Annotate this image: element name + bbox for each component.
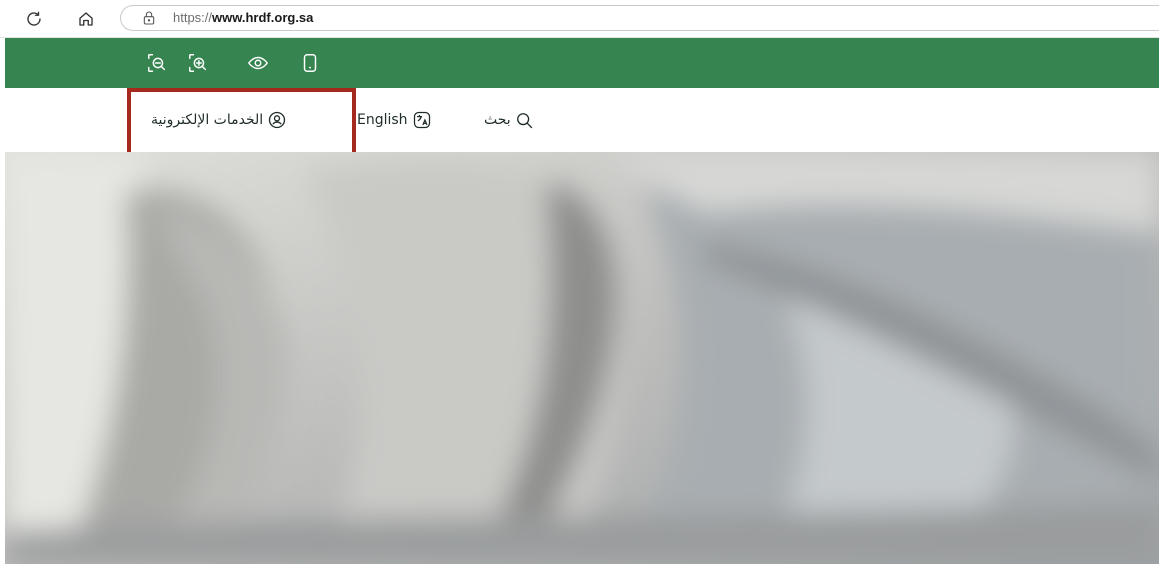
eservices-label: الخدمات الإلكترونية [151, 112, 264, 128]
search-icon [516, 113, 532, 129]
hero-image-art [5, 152, 1159, 564]
url-host: www.hrdf.org.sa [212, 10, 314, 25]
eye-button[interactable] [247, 52, 269, 74]
search-label: بحث [484, 112, 511, 128]
accessibility-bar [5, 38, 1159, 88]
reload-button[interactable] [22, 7, 46, 31]
language-label: English [357, 112, 408, 128]
browser-toolbar: https://www.hrdf.org.sa [0, 0, 1159, 38]
search-link[interactable]: بحث [484, 108, 534, 132]
home-icon [79, 12, 93, 26]
translate-icon [413, 111, 430, 129]
eservices-link[interactable]: الخدمات الإلكترونية [151, 108, 287, 132]
user-circle-icon [268, 111, 286, 129]
hero-image [5, 152, 1159, 564]
home-button[interactable] [74, 7, 98, 31]
eye-icon [247, 56, 269, 70]
language-switch[interactable]: English [357, 108, 432, 132]
lock-icon [143, 11, 155, 25]
zoom-out-button[interactable] [146, 52, 168, 74]
site-header: الخدمات الإلكترونية English بحث [5, 88, 1159, 152]
zoom-in-button[interactable] [187, 52, 209, 74]
zoom-in-icon [189, 54, 207, 72]
url-text: https://www.hrdf.org.sa [173, 10, 313, 25]
contrast-icon [303, 54, 317, 72]
zoom-out-icon [148, 54, 166, 72]
address-bar[interactable]: https://www.hrdf.org.sa [120, 5, 1159, 31]
reload-icon [27, 11, 41, 26]
contrast-button[interactable] [299, 52, 321, 74]
url-prefix: https:// [173, 10, 213, 25]
